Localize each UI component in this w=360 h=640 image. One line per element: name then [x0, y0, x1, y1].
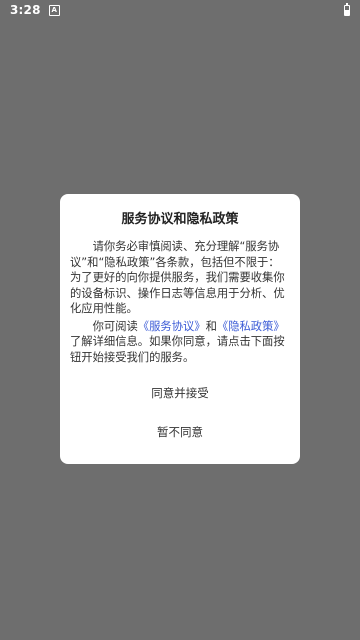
paragraph-2-suffix: 了解详细信息。如果你同意，请点击下面按钮开始接受我们的服务。 [70, 335, 285, 364]
privacy-policy-link[interactable]: 《隐私政策》 [217, 320, 285, 333]
dialog-paragraph-1: 请你务必审慎阅读、充分理解“服务协议”和“隐私政策”各条款，包括但不限于：为了更… [70, 240, 285, 315]
status-left: 3:28 A [10, 3, 60, 17]
paragraph-2-prefix: 你可阅读 [92, 319, 138, 333]
service-agreement-link[interactable]: 《服务协议》 [138, 320, 206, 333]
notification-icon: A [48, 4, 60, 16]
battery-icon [344, 2, 350, 16]
status-bar: 3:28 A [0, 0, 360, 20]
agree-button[interactable]: 同意并接受 [70, 385, 290, 401]
dialog-paragraph-2: 你可阅读《服务协议》和《隐私政策》了解详细信息。如果你同意，请点击下面按钮开始接… [70, 319, 290, 366]
paragraph-2-and: 和 [205, 319, 217, 333]
disagree-button[interactable]: 暂不同意 [70, 424, 290, 440]
dialog-title: 服务协议和隐私政策 [121, 212, 239, 227]
privacy-dialog: 服务协议和隐私政策 请你务必审慎阅读、充分理解“服务协议”和“隐私政策”各条款，… [60, 194, 300, 464]
status-time: 3:28 [10, 3, 41, 17]
